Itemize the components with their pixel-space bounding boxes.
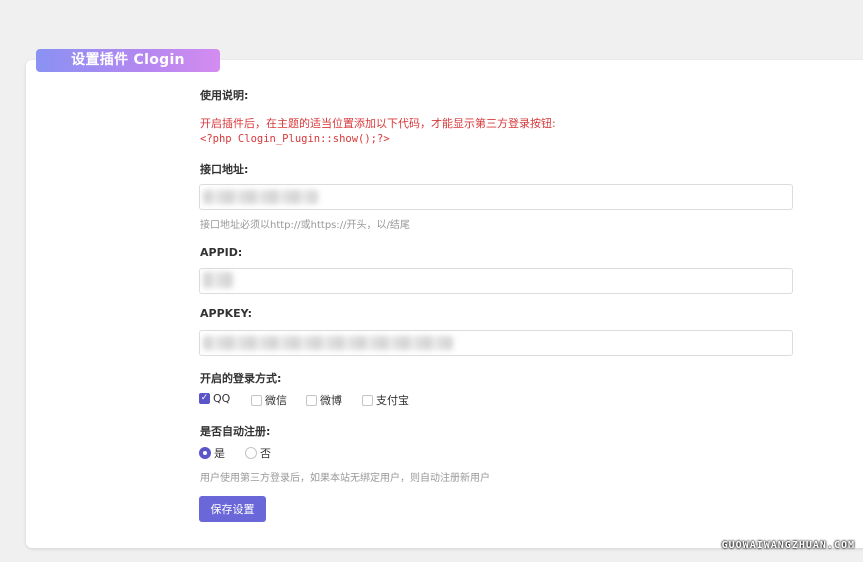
login-method-alipay[interactable]: 支付宝 (362, 392, 409, 408)
save-settings-button[interactable]: 保存设置 (199, 496, 266, 522)
redacted-appkey (203, 336, 453, 350)
watermark: GUOWAIWANGZHUAN.COM (721, 540, 855, 551)
usage-label: 使用说明: (200, 89, 249, 102)
checkbox-icon[interactable] (251, 394, 262, 406)
usage-code: <?php Clogin_Plugin::show();?> (200, 133, 390, 145)
login-method-wechat-label: 微信 (265, 394, 287, 407)
page-title: 设置插件 Clogin (36, 49, 220, 72)
usage-notice: 开启插件后，在主题的适当位置添加以下代码，才能显示第三方登录按钮: (200, 117, 556, 130)
appid-input[interactable] (199, 268, 793, 294)
auto-register-no-label: 否 (260, 447, 271, 460)
login-method-qq[interactable]: ✓ QQ (199, 392, 230, 405)
radio-selected-icon[interactable] (199, 447, 211, 459)
redacted-appid (203, 272, 233, 288)
checkbox-checked-icon[interactable]: ✓ (199, 393, 210, 404)
login-method-wechat[interactable]: 微信 (251, 392, 287, 408)
redacted-api-url (203, 190, 318, 204)
login-methods-label: 开启的登录方式: (200, 372, 282, 385)
checkbox-icon[interactable] (362, 394, 373, 406)
checkbox-icon[interactable] (306, 394, 317, 406)
api-url-hint: 接口地址必须以http://或https://开头，以/结尾 (200, 220, 410, 231)
login-method-qq-label: QQ (213, 392, 231, 405)
login-method-weibo[interactable]: 微博 (306, 392, 342, 408)
appid-label: APPID: (200, 246, 243, 259)
login-method-alipay-label: 支付宝 (376, 394, 409, 407)
auto-register-label: 是否自动注册: (200, 425, 271, 438)
auto-register-no[interactable]: 否 (245, 445, 271, 461)
radio-icon[interactable] (245, 447, 257, 459)
api-url-label: 接口地址: (200, 163, 249, 176)
auto-register-hint: 用户使用第三方登录后，如果本站无绑定用户，则自动注册新用户 (200, 473, 490, 484)
auto-register-yes-label: 是 (214, 447, 225, 460)
appkey-label: APPKEY: (200, 307, 253, 320)
login-method-weibo-label: 微博 (320, 394, 342, 407)
auto-register-yes[interactable]: 是 (199, 445, 225, 461)
